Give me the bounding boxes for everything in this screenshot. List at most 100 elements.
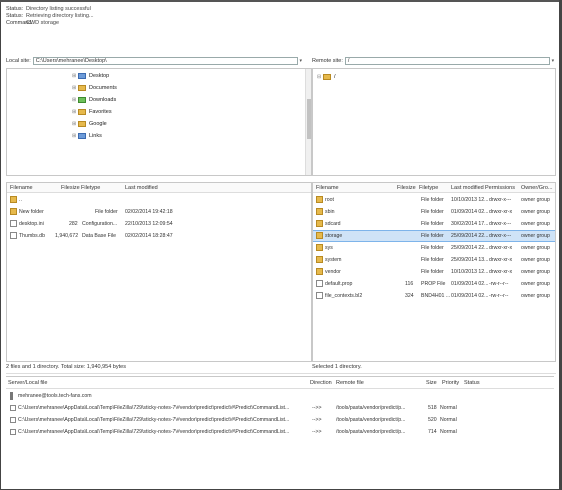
folder-icon (78, 72, 86, 79)
cell-size: 116 (405, 281, 414, 287)
cell-priority: Normal (440, 429, 457, 435)
queue-server-row[interactable]: mehranee@tools.tech-fans.com (6, 391, 554, 401)
column-header[interactable]: Filesize (61, 185, 80, 191)
file-row[interactable]: sdcard File folder 30/02/2014 17... drwxr-x… (313, 219, 555, 229)
column-header[interactable]: Filename (10, 185, 33, 191)
cell-size: 714 (428, 429, 437, 435)
column-header[interactable]: Direction (310, 380, 332, 386)
tree-item[interactable]: ⊞ Downloads (72, 95, 116, 104)
column-header[interactable]: Filetype (81, 185, 100, 191)
tree-item[interactable]: ⊞ Favorites (72, 107, 112, 116)
cell-type: File folder (421, 221, 444, 227)
cell-name: sdcard (325, 221, 341, 227)
cell-owner: owner group (521, 245, 550, 251)
cell-perm: drwxr-xr-x (489, 245, 513, 251)
cell-modified: 25/09/2014 22... (451, 245, 489, 251)
file-row[interactable]: .. (7, 195, 311, 205)
file-row[interactable]: vendor File folder 10/10/2013 12... drwxr-x… (313, 267, 555, 277)
column-header[interactable]: Filesize (397, 185, 416, 191)
column-header[interactable]: Server/Local file (8, 380, 47, 386)
cell-perm: drwxr-x--- (489, 197, 512, 203)
queue-item[interactable]: C:\Users\mehranee\AppData\Local\Temp\Fil… (6, 427, 554, 437)
column-header[interactable]: Status (464, 380, 480, 386)
folder-icon (78, 120, 86, 127)
cell-modified: 01/09/2014 02... (451, 209, 489, 215)
file-row[interactable]: default.prop 116 PROP File 01/09/2014 02...… (313, 279, 555, 289)
local-site-bar: Local site: C:\Users\mehranee\Desktop\ ▾ (6, 56, 316, 66)
log-line: Status: Directory listing successful (6, 6, 91, 12)
log-line: Status: Retrieving directory listing... (6, 13, 94, 19)
log-line: Command:CWD storage (6, 20, 60, 26)
cell-name: sbin (325, 209, 335, 215)
file-icon (316, 280, 323, 287)
folder-icon (316, 232, 323, 239)
message-log: Status: Directory listing successful Stat… (6, 6, 546, 52)
cell-modified: 25/09/2014 22... (451, 233, 489, 239)
column-header[interactable]: Last modified (125, 185, 158, 191)
column-header[interactable]: Filetype (419, 185, 438, 191)
cell-priority: Normal (440, 417, 457, 423)
scrollbar[interactable] (305, 69, 311, 175)
chevron-down-icon[interactable]: ▾ (550, 58, 556, 64)
tree-item[interactable]: ⊞ Documents (72, 83, 117, 92)
cell-owner: owner group (521, 257, 550, 263)
cell-remote: /tools/pasta/vendor/predict/p... (336, 417, 406, 423)
cell-perm: drwxr-xr-x (489, 209, 513, 215)
cell-owner: owner group (521, 293, 550, 299)
folder-icon (316, 220, 323, 227)
cell-name: storage (325, 233, 343, 239)
tree-item[interactable]: ⊞ Links (72, 131, 102, 140)
folder-icon (78, 84, 86, 91)
cell-dir: -->> (312, 417, 322, 423)
queue-item[interactable]: C:\Users\mehranee\AppData\Local\Temp\Fil… (6, 403, 554, 413)
queue-header: Server/Local file Direction Remote file … (6, 377, 554, 389)
folder-icon (323, 73, 331, 80)
column-header[interactable]: Owner/Gro... (521, 185, 552, 191)
cell-perm: drwxr-xr-x (489, 269, 513, 275)
cell-modified: 01/09/2014 02... (451, 293, 489, 299)
column-header[interactable]: Last modified (451, 185, 484, 191)
cell-type: BND4H01 ... (421, 293, 451, 299)
cell-local: C:\Users\mehranee\AppData\Local\Temp\Fil… (18, 429, 290, 435)
file-row[interactable]: Thumbs.db 1,940,672 Data Base File 02/02… (7, 231, 311, 241)
cell-perm: -rw-r--r-- (489, 281, 509, 287)
cell-priority: Normal (440, 405, 457, 411)
column-header[interactable]: Filename (316, 185, 339, 191)
cell-type: File folder (421, 257, 444, 263)
cell-local: C:\Users\mehranee\AppData\Local\Temp\Fil… (18, 417, 290, 423)
cell-remote: /tools/pasta/vendor/predict/p... (336, 405, 406, 411)
remote-site-label: Remote site: (312, 58, 343, 64)
cell-name: system (325, 257, 342, 263)
cell-size: 518 (428, 405, 437, 411)
file-row[interactable]: sbin File folder 01/09/2014 02... drwxr-xr-… (313, 207, 555, 217)
cell-owner: owner group (521, 281, 550, 287)
remote-site-input[interactable]: / (344, 57, 550, 65)
cell-dir: -->> (312, 405, 322, 411)
cell-modified: 10/10/2013 12... (451, 197, 489, 203)
chevron-down-icon[interactable]: ▾ (298, 58, 304, 64)
tree-item[interactable]: ⊟ / (317, 72, 336, 81)
cell-modified: 01/09/2014 02... (451, 281, 489, 287)
file-row[interactable]: sys File folder 25/09/2014 22... drwxr-xr-x… (313, 243, 555, 253)
queue-item[interactable]: C:\Users\mehranee\AppData\Local\Temp\Fil… (6, 415, 554, 425)
file-row[interactable]: storage File folder 25/09/2014 22... drwxr-… (313, 230, 555, 242)
column-header[interactable]: Remote file (336, 380, 364, 386)
remote-file-list: Filename Filesize Filetype Last modified… (312, 182, 556, 362)
folder-icon (316, 256, 323, 263)
file-row[interactable]: file_contexts.bl2 324 BND4H01 ... 01/09/201… (313, 291, 555, 301)
column-header[interactable]: Priority (442, 380, 459, 386)
cell-modified: 30/02/2014 17... (451, 221, 489, 227)
tree-item[interactable]: ⊞ Google (72, 119, 107, 128)
local-status: 2 files and 1 directory. Total size: 1,9… (6, 364, 312, 374)
file-row[interactable]: desktop.ini 282 Configuration... 22/10/2… (7, 219, 311, 229)
remote-site-bar: Remote site: / ▾ (312, 56, 556, 66)
file-icon (10, 405, 16, 411)
folder-icon (10, 196, 17, 203)
file-row[interactable]: system File folder 25/09/2014 13... drwxr-x… (313, 255, 555, 265)
tree-item[interactable]: ⊞ Desktop (72, 71, 109, 80)
file-row[interactable]: root File folder 10/10/2013 12... drwxr-x--… (313, 195, 555, 205)
local-site-input[interactable]: C:\Users\mehranee\Desktop\ (32, 57, 298, 65)
column-header[interactable]: Permissions (485, 185, 515, 191)
column-header[interactable]: Size (426, 380, 437, 386)
file-row[interactable]: New folder File folder 02/02/2014 19:42:… (7, 207, 311, 217)
